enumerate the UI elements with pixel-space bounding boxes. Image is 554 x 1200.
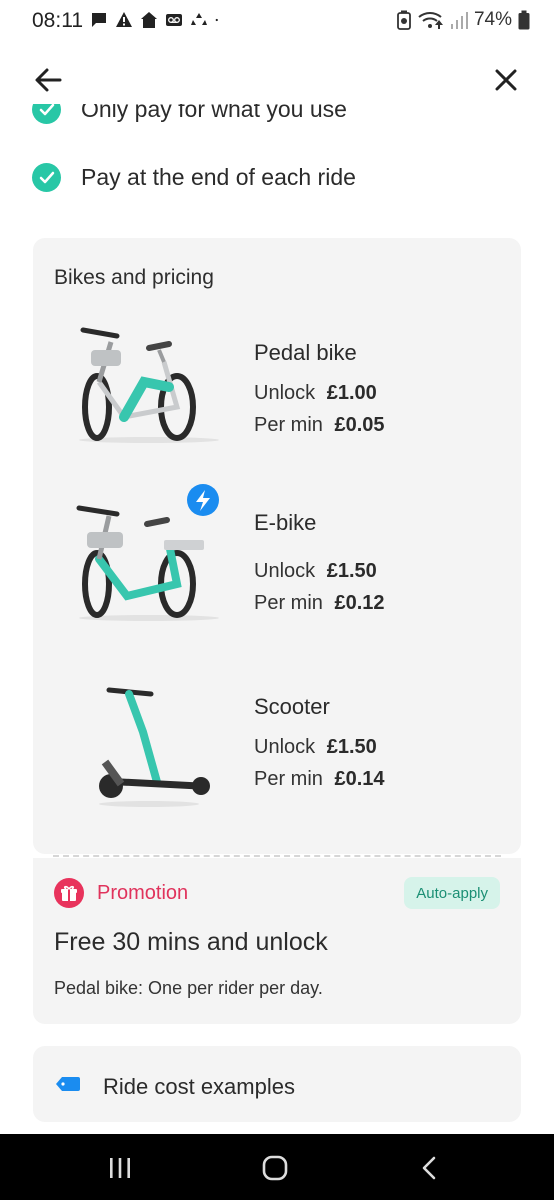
per-min-label: Per min [254,768,323,790]
recents-icon[interactable] [104,1154,136,1182]
header [0,56,554,104]
e-bike-image [76,484,219,621]
benefit-text: Pay at the end of each ride [81,164,356,190]
ride-cost-label: Ride cost examples [103,1074,295,1099]
check-circle-icon [32,163,61,192]
scooter-image [99,687,210,807]
recycle-icon [191,13,207,25]
unlock-label: Unlock [254,736,316,758]
tag-icon [56,1077,80,1091]
vehicle-name: Pedal bike [254,340,357,365]
status-right: 74% [396,9,530,31]
promotion-label: Promotion [97,882,189,904]
home-button-icon[interactable] [259,1154,291,1182]
system-nav-bar [0,1134,554,1200]
pricing-card: Bikes and pricing Pedal bike Unlock £1.0… [33,238,521,854]
per-min-price-row: Per min £0.14 [254,768,385,791]
unlock-price: £1.00 [326,382,377,404]
unlock-label: Unlock [254,560,316,582]
per-min-label: Per min [254,592,323,614]
unlock-label: Unlock [254,382,316,404]
vehicle-name: E-bike [254,510,317,535]
pedal-bike-image [79,327,219,443]
unlock-price-row: Unlock £1.50 [254,736,377,759]
status-time: 08:11 [32,9,83,32]
ride-cost-examples-row[interactable]: Ride cost examples [33,1046,521,1122]
close-icon[interactable] [488,62,524,98]
warning-icon [116,12,132,27]
benefits-list: Only pay for what you use Pay at the end… [0,104,554,224]
vehicle-name: Scooter [254,694,330,719]
benefit-item: Only pay for what you use [32,104,347,124]
home-icon [141,12,157,28]
dashed-divider [53,855,501,857]
message-icon [92,13,106,27]
dot-icon [215,18,218,22]
vehicle-e-bike: E-bike Unlock £1.50 Per min £0.12 [33,484,521,644]
check-circle-icon [32,104,61,124]
per-min-price: £0.12 [334,592,385,614]
vehicle-pedal-bike: Pedal bike Unlock £1.00 Per min £0.05 [33,322,521,482]
per-min-label: Per min [254,414,323,436]
voicemail-icon [166,14,182,26]
status-bar: 08:11 74% [0,0,554,44]
per-min-price: £0.05 [334,414,385,436]
battery-level: 74% [473,9,512,30]
battery-icon [518,10,530,30]
arrow-left-icon[interactable] [30,62,66,98]
promotion-subtitle: Pedal bike: One per rider per day. [54,978,323,998]
promotion-card[interactable]: Promotion Auto-apply Free 30 mins and un… [33,858,521,1024]
wifi-icon [418,12,443,29]
gift-icon [54,878,84,908]
promotion-title: Free 30 mins and unlock [54,928,328,956]
unlock-price: £1.50 [326,560,377,582]
unlock-price: £1.50 [326,736,377,758]
unlock-price-row: Unlock £1.00 [254,382,377,405]
unlock-price-row: Unlock £1.50 [254,560,377,583]
battery-saver-icon [397,10,411,30]
benefit-item: Pay at the end of each ride [32,163,356,192]
nav-back-icon[interactable] [414,1154,446,1182]
signal-icon [450,12,468,29]
per-min-price: £0.14 [334,768,385,790]
per-min-price-row: Per min £0.05 [254,414,385,437]
per-min-price-row: Per min £0.12 [254,592,385,615]
benefit-text: Only pay for what you use [81,104,347,122]
notification-icons [90,11,223,29]
pricing-title: Bikes and pricing [54,266,214,289]
vehicle-scooter: Scooter Unlock £1.50 Per min £0.14 [33,682,521,842]
auto-apply-badge: Auto-apply [404,877,500,909]
